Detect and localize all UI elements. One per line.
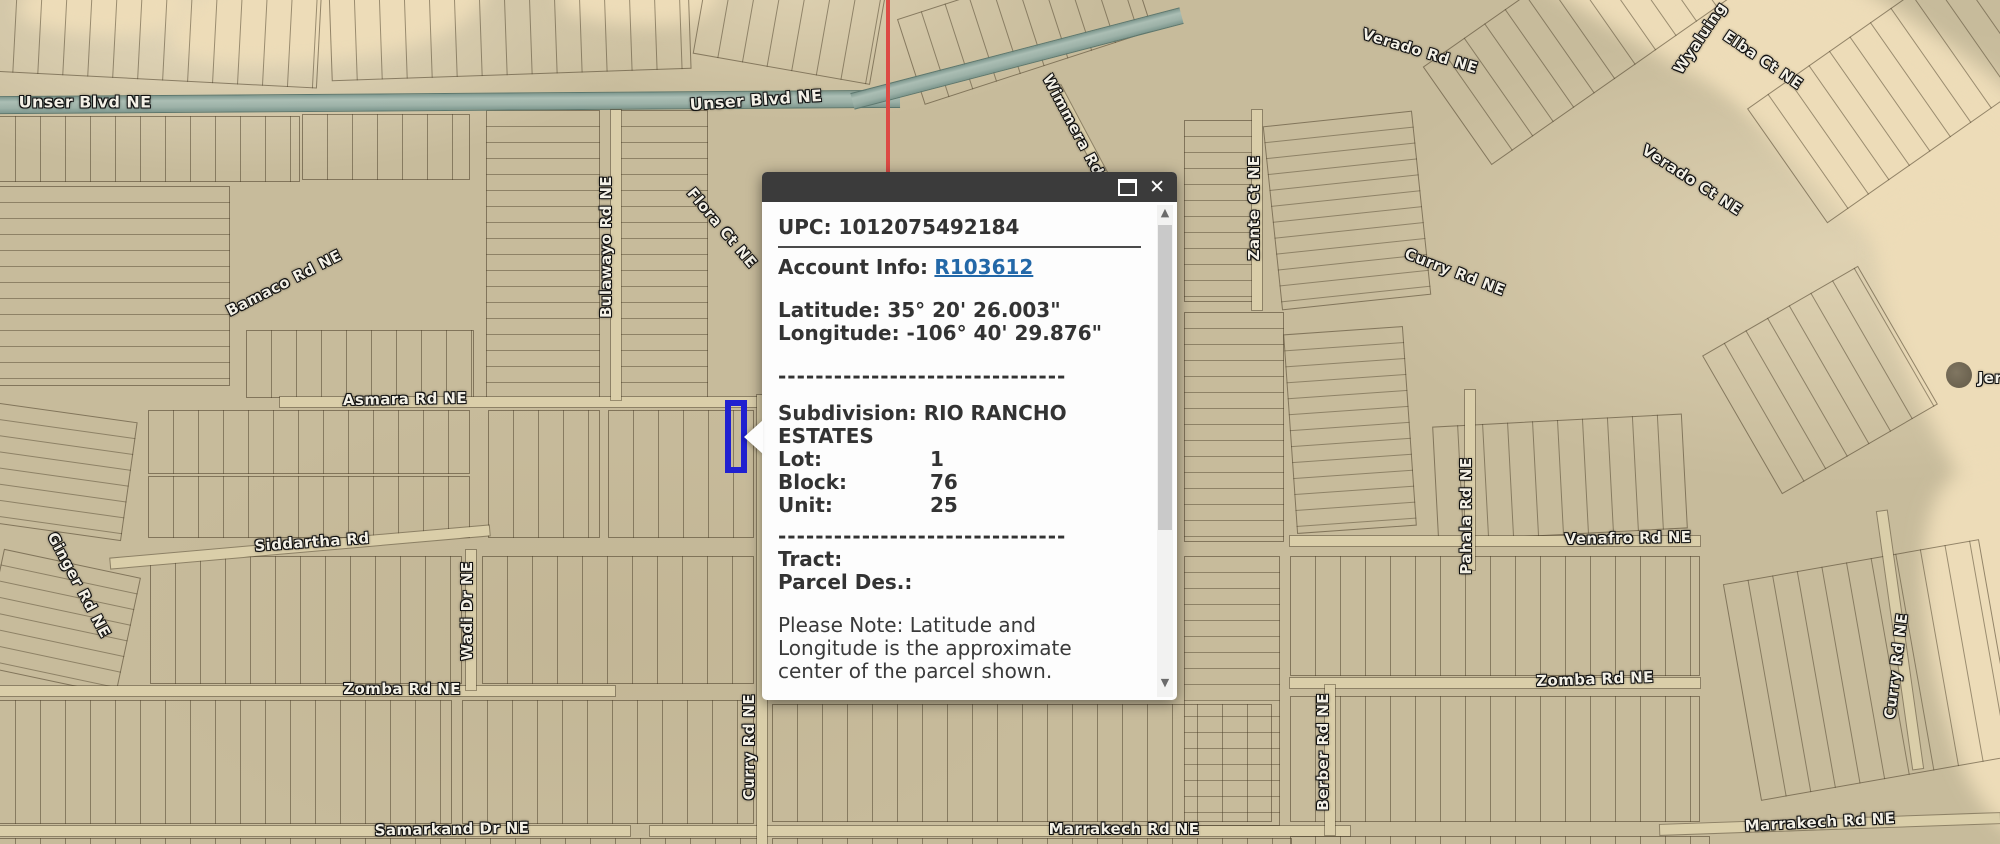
parcel-block <box>488 410 600 538</box>
street-label: Bamaco Rd NE <box>223 246 344 320</box>
street-label: Bulawayo Rd NE <box>597 176 615 318</box>
popup-pointer <box>744 420 763 454</box>
street-label: Verado Ct NE <box>1639 141 1746 219</box>
street-label: Marrakech Rd NE <box>1049 820 1200 838</box>
unit-label: Unit: <box>778 494 930 517</box>
note-text: Please Note: Latitude and Longitude is t… <box>778 614 1141 683</box>
parcel-block <box>148 476 470 538</box>
spacer <box>778 594 1141 614</box>
parcel-des-line: Parcel Des.: <box>778 571 1141 594</box>
parcel-block <box>0 700 452 824</box>
parcel-block <box>0 116 300 182</box>
subdivision-label: Subdivision: <box>778 401 917 425</box>
parcel-block <box>1723 539 2000 801</box>
parcel-block <box>302 114 470 180</box>
street-label: Marrakech Rd NE <box>1744 809 1896 835</box>
spacer <box>778 388 1141 402</box>
lot-label: Lot: <box>778 448 930 471</box>
account-label: Account Info: <box>778 255 928 279</box>
street-label: Berber Rd NE <box>1314 693 1332 811</box>
tree-dot <box>1946 362 1972 388</box>
parcel-block <box>1290 836 1710 844</box>
street-label: Asmara Rd NE <box>343 389 467 409</box>
spacer <box>778 517 1141 525</box>
parcel-block <box>148 410 470 474</box>
parcel-block <box>482 556 754 684</box>
unit-value: 25 <box>930 494 958 517</box>
parcel-block <box>0 0 323 89</box>
parcel-block <box>1184 312 1284 542</box>
road <box>0 686 615 696</box>
road <box>650 826 1350 836</box>
latitude-label: Latitude: <box>778 298 880 322</box>
popup-titlebar[interactable]: ✕ <box>762 172 1177 202</box>
block-label: Block: <box>778 471 930 494</box>
parcel-block <box>620 110 708 402</box>
block-value: 76 <box>930 471 958 494</box>
block-row: Block: 76 <box>778 471 1141 494</box>
street-label: Unser Blvd NE <box>689 86 823 114</box>
street-label: Zante Ct NE <box>1245 156 1263 261</box>
street-label: Zomba Rd NE <box>343 680 461 698</box>
parcel-block <box>462 700 754 824</box>
parcel-block <box>693 0 888 85</box>
parcel-block <box>0 403 138 541</box>
street-label: Samarkand Dr NE <box>375 819 530 840</box>
longitude-label: Longitude: <box>778 321 900 345</box>
parcel-block <box>150 556 462 684</box>
section-line <box>886 0 890 172</box>
road <box>0 826 630 836</box>
close-icon[interactable]: ✕ <box>1149 178 1165 197</box>
upc-line: UPC: 1012075492184 <box>778 216 1141 239</box>
account-link[interactable]: R103612 <box>934 255 1033 279</box>
parcel-info-popup: ✕ UPC: 1012075492184 Account Info: R1036… <box>762 172 1177 700</box>
street-label: Pahala Rd NE <box>1457 457 1475 574</box>
parcel-block <box>1290 696 1700 822</box>
longitude-line: Longitude: -106° 40' 29.876" <box>778 322 1141 345</box>
street-label: Unser Blvd NE <box>19 93 152 112</box>
latitude-value: 35° 20' 26.003" <box>887 298 1060 322</box>
spacer <box>778 279 1141 299</box>
longitude-value: -106° 40' 29.876" <box>907 321 1103 345</box>
parcel-block <box>772 838 1292 844</box>
divider-rule <box>778 246 1141 248</box>
tract-line: Tract: <box>778 548 1141 571</box>
lot-value: 1 <box>930 448 944 471</box>
parcel-block <box>1290 556 1700 676</box>
scroll-down-icon[interactable]: ▼ <box>1157 675 1173 691</box>
account-line: Account Info: R103612 <box>778 256 1141 279</box>
parcel-block <box>486 110 600 402</box>
parcel-block <box>328 0 691 81</box>
lot-row: Lot: 1 <box>778 448 1141 471</box>
maximize-icon[interactable] <box>1118 179 1137 196</box>
parcel-block <box>246 330 474 398</box>
dashed-separator: ------------------------------- <box>778 525 1141 548</box>
upc-label: UPC: <box>778 215 832 239</box>
dashed-separator: ------------------------------- <box>778 365 1141 388</box>
parcel-block <box>0 186 230 386</box>
scroll-up-icon[interactable]: ▲ <box>1157 205 1173 221</box>
spacer <box>778 345 1141 365</box>
street-label: Curry Rd NE <box>740 694 758 800</box>
parcel-block <box>1263 111 1432 311</box>
latitude-line: Latitude: 35° 20' 26.003" <box>778 299 1141 322</box>
subdivision-line: Subdivision: RIO RANCHO ESTATES <box>778 402 1123 448</box>
street-label: Venafro Rd NE <box>1564 528 1691 548</box>
parcel-block <box>1423 0 1738 165</box>
popup-scrollbar[interactable]: ▲ ▼ <box>1157 205 1173 697</box>
parcel-block <box>1184 556 1280 826</box>
unit-row: Unit: 25 <box>778 494 1141 517</box>
parcel-block <box>1283 326 1417 534</box>
popup-body: UPC: 1012075492184 Account Info: R103612… <box>762 202 1177 700</box>
street-label: Jer <box>1978 369 2000 387</box>
upc-value: 1012075492184 <box>839 215 1020 239</box>
scrollbar-thumb[interactable] <box>1158 225 1172 530</box>
street-label: Wadi Dr NE <box>458 561 476 660</box>
